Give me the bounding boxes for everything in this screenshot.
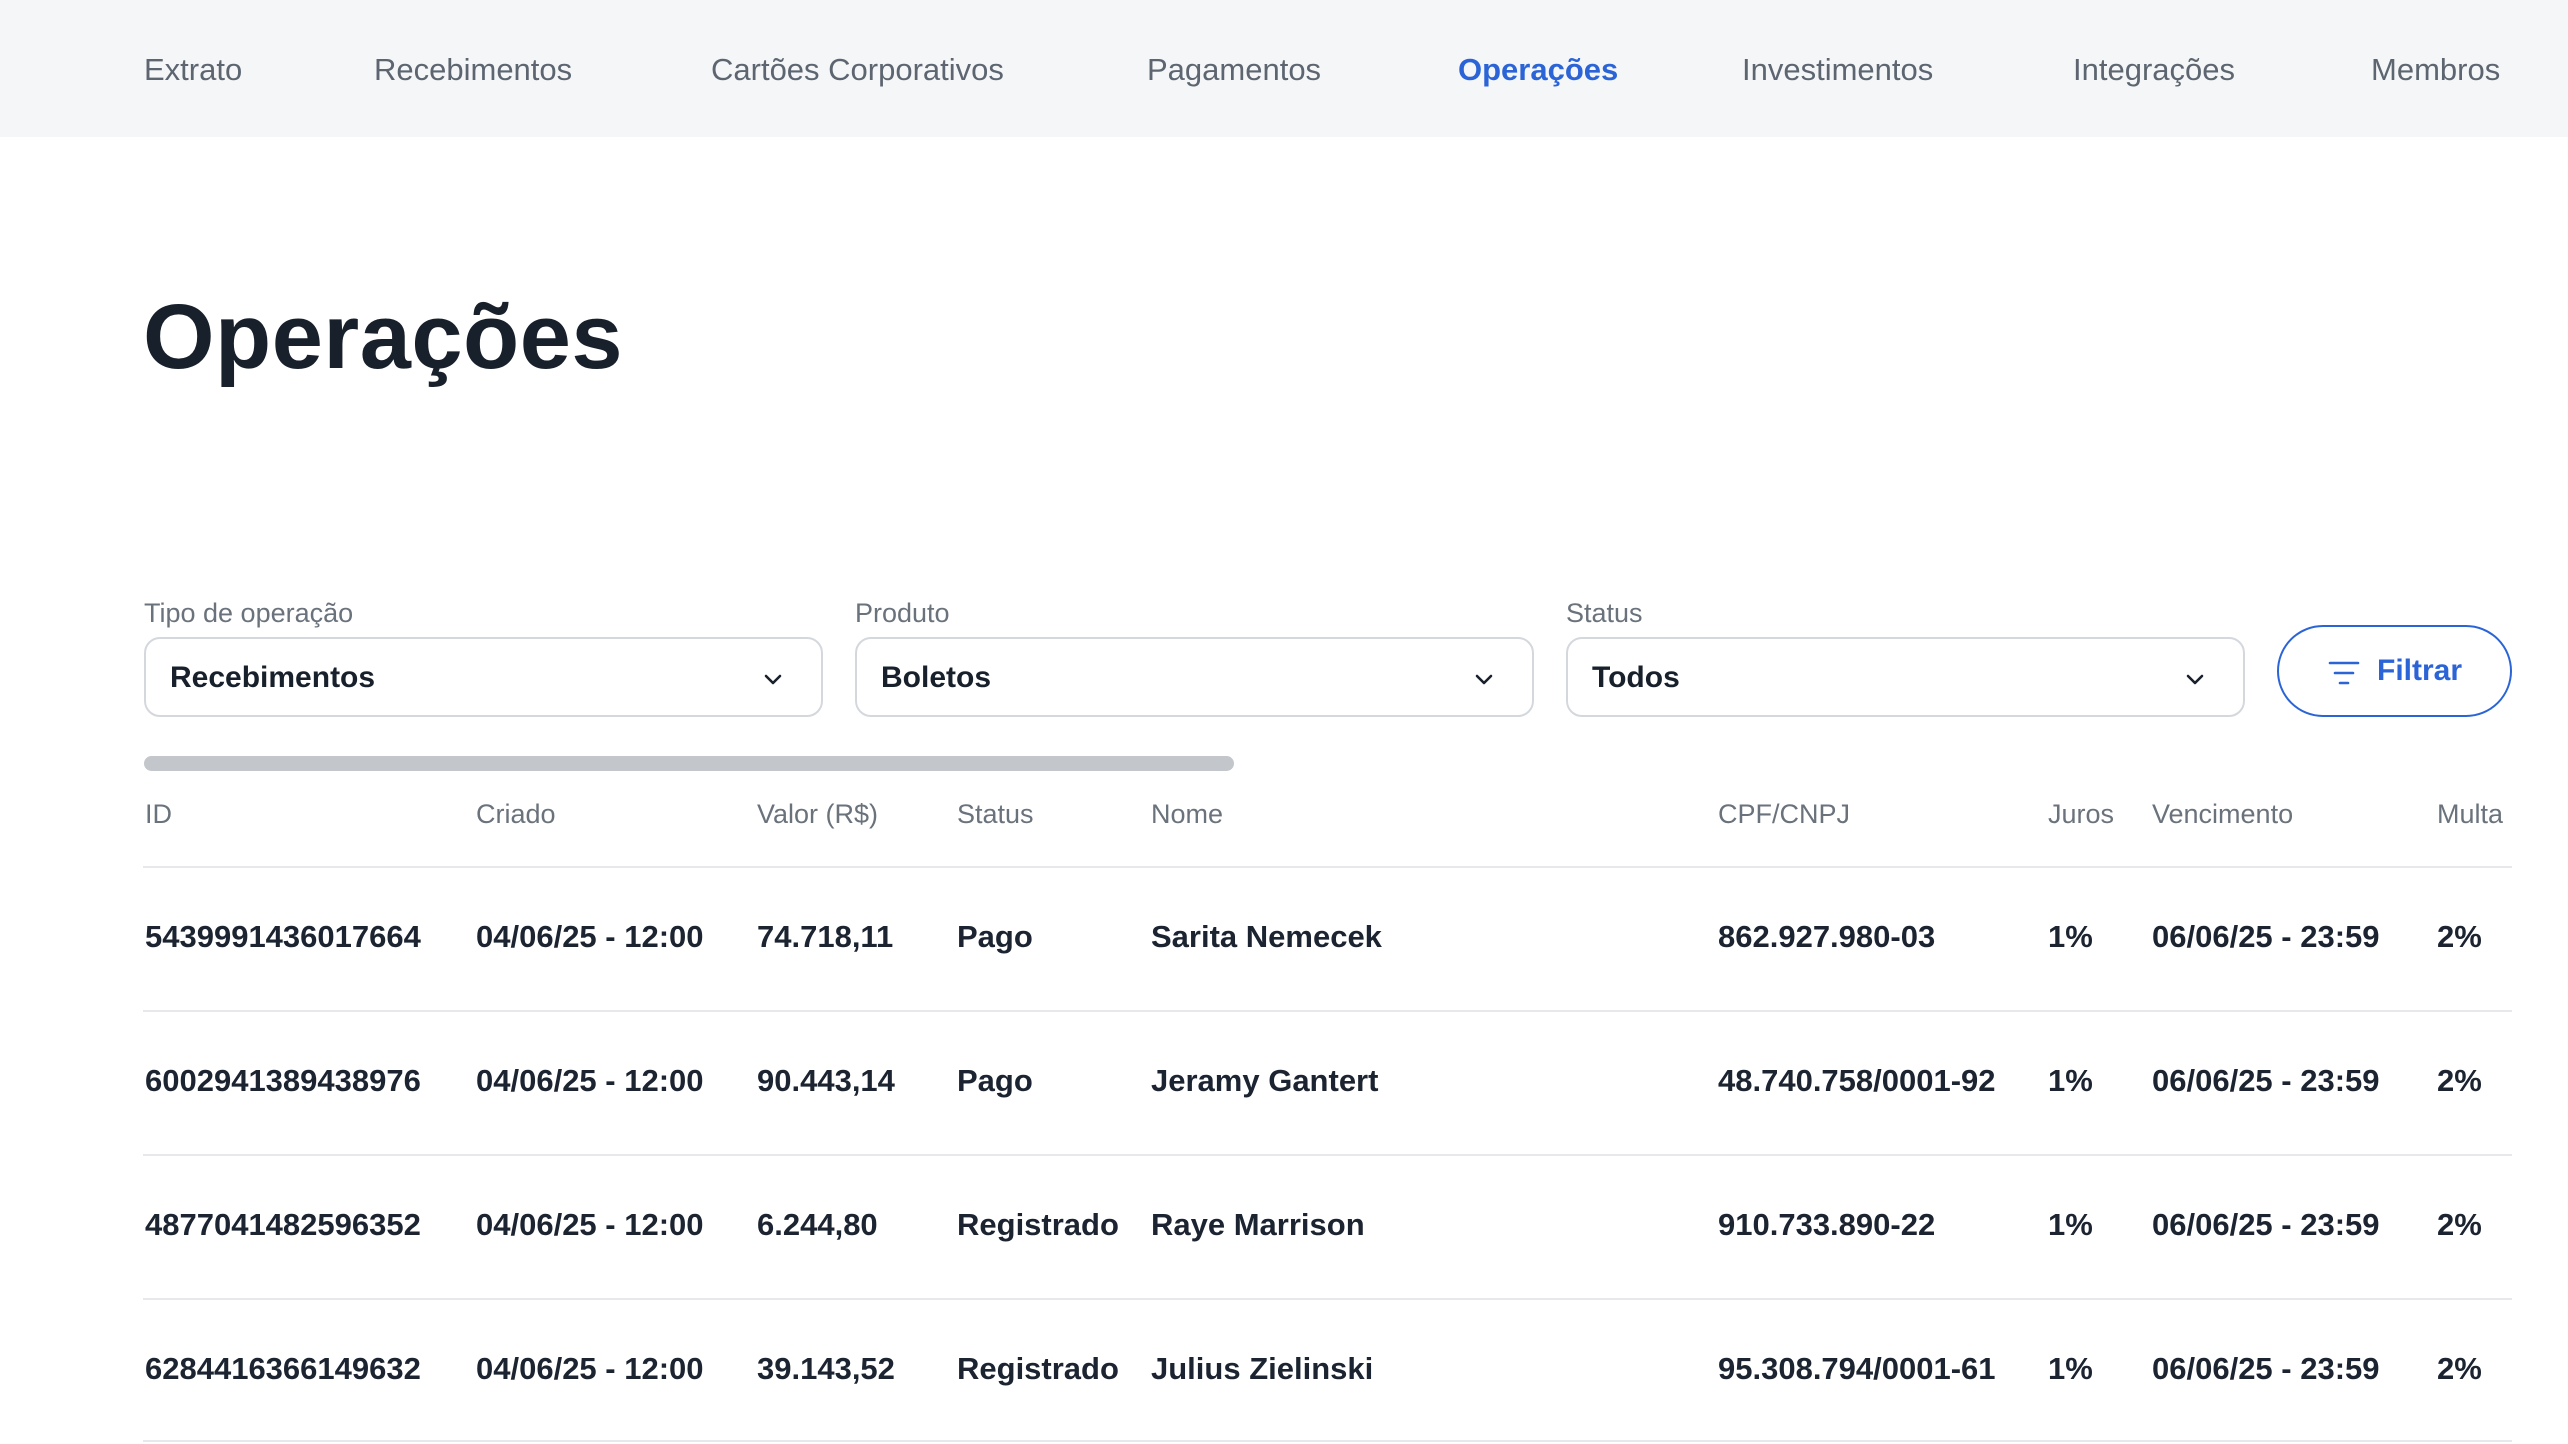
cell-cpf-cnpj: 95.308.794/0001-61 — [1718, 1351, 1996, 1386]
cell-id: 6002941389438976 — [145, 1063, 421, 1098]
nav-item-operacoes[interactable]: Operações — [1458, 0, 1618, 137]
nav-item-cartoes-corporativos[interactable]: Cartões Corporativos — [711, 0, 1004, 137]
status-label: Status — [1566, 598, 1643, 628]
tipo-operacao-label: Tipo de operação — [144, 598, 354, 628]
column-header-juros: Juros — [2048, 799, 2115, 829]
cell-vencimento: 06/06/25 - 23:59 — [2152, 1351, 2380, 1386]
produto-select[interactable]: Boletos — [855, 637, 1534, 717]
cell-criado: 04/06/25 - 12:00 — [476, 1063, 704, 1098]
cell-vencimento: 06/06/25 - 23:59 — [2152, 1063, 2380, 1098]
cell-valor: 90.443,14 — [757, 1063, 895, 1098]
nav-item-membros[interactable]: Membros — [2371, 0, 2500, 137]
column-header-id: ID — [145, 799, 172, 829]
column-header-multa: Multa — [2437, 799, 2504, 829]
horizontal-scrollbar[interactable] — [144, 756, 1234, 771]
column-header-nome: Nome — [1151, 799, 1224, 829]
cell-cpf-cnpj: 48.740.758/0001-92 — [1718, 1063, 1996, 1098]
cell-criado: 04/06/25 - 12:00 — [476, 1207, 704, 1242]
cell-criado: 04/06/25 - 12:00 — [476, 1351, 704, 1386]
top-nav: Extrato Recebimentos Cartões Corporativo… — [0, 0, 2568, 137]
produto-label: Produto — [855, 598, 950, 628]
cell-nome: Jeramy Gantert — [1151, 1063, 1379, 1098]
status-select[interactable]: Todos — [1566, 637, 2245, 717]
chevron-down-icon — [1475, 674, 1493, 685]
tipo-operacao-select[interactable]: Recebimentos — [144, 637, 823, 717]
cell-nome: Julius Zielinski — [1151, 1351, 1374, 1386]
nav-item-pagamentos[interactable]: Pagamentos — [1147, 0, 1321, 137]
cell-juros: 1% — [2048, 1207, 2093, 1242]
nav-item-integracoes[interactable]: Integrações — [2073, 0, 2235, 137]
cell-cpf-cnpj: 862.927.980-03 — [1718, 919, 1936, 954]
cell-vencimento: 06/06/25 - 23:59 — [2152, 1207, 2380, 1242]
cell-status: Registrado — [957, 1207, 1119, 1242]
cell-id: 4877041482596352 — [145, 1207, 421, 1242]
cell-id: 5439991436017664 — [145, 919, 421, 954]
filter-icon — [2328, 661, 2360, 685]
cell-juros: 1% — [2048, 919, 2093, 954]
page-title: Operações — [143, 286, 624, 388]
filter-button-label: Filtrar — [2377, 654, 2463, 687]
cell-status: Pago — [957, 919, 1033, 954]
cell-valor: 74.718,11 — [757, 919, 894, 954]
tipo-operacao-value: Recebimentos — [170, 661, 376, 694]
cell-multa: 2% — [2437, 1063, 2482, 1098]
table-row[interactable]: 6284416366149632 04/06/25 - 12:00 39.143… — [143, 1298, 2512, 1442]
cell-multa: 2% — [2437, 1351, 2482, 1386]
nav-item-recebimentos[interactable]: Recebimentos — [374, 0, 572, 137]
table-row[interactable]: 4877041482596352 04/06/25 - 12:00 6.244,… — [143, 1154, 2512, 1298]
cell-multa: 2% — [2437, 919, 2482, 954]
column-header-criado: Criado — [476, 799, 556, 829]
column-header-vencimento: Vencimento — [2152, 799, 2294, 829]
cell-vencimento: 06/06/25 - 23:59 — [2152, 919, 2380, 954]
chevron-down-icon — [764, 674, 782, 685]
produto-value: Boletos — [881, 661, 992, 694]
status-value: Todos — [1592, 661, 1680, 694]
cell-status: Pago — [957, 1063, 1033, 1098]
table-row[interactable]: 6002941389438976 04/06/25 - 12:00 90.443… — [143, 1010, 2512, 1154]
cell-criado: 04/06/25 - 12:00 — [476, 919, 704, 954]
operacoes-page: Extrato Recebimentos Cartões Corporativo… — [0, 0, 2568, 1444]
cell-cpf-cnpj: 910.733.890-22 — [1718, 1207, 1936, 1242]
cell-juros: 1% — [2048, 1063, 2093, 1098]
nav-item-extrato[interactable]: Extrato — [144, 0, 242, 137]
cell-valor: 39.143,52 — [757, 1351, 895, 1386]
cell-juros: 1% — [2048, 1351, 2093, 1386]
cell-nome: Sarita Nemecek — [1151, 919, 1382, 954]
cell-nome: Raye Marrison — [1151, 1207, 1365, 1242]
nav-item-investimentos[interactable]: Investimentos — [1742, 0, 1933, 137]
cell-multa: 2% — [2437, 1207, 2482, 1242]
filter-button[interactable]: Filtrar — [2277, 625, 2512, 717]
cell-id: 6284416366149632 — [145, 1351, 421, 1386]
cell-valor: 6.244,80 — [757, 1207, 878, 1242]
column-header-cpf-cnpj: CPF/CNPJ — [1718, 799, 1851, 829]
table-row[interactable]: 5439991436017664 04/06/25 - 12:00 74.718… — [143, 866, 2512, 1010]
chevron-down-icon — [2186, 674, 2204, 685]
column-header-valor: Valor (R$) — [757, 799, 879, 829]
column-header-status: Status — [957, 799, 1034, 829]
cell-status: Registrado — [957, 1351, 1119, 1386]
